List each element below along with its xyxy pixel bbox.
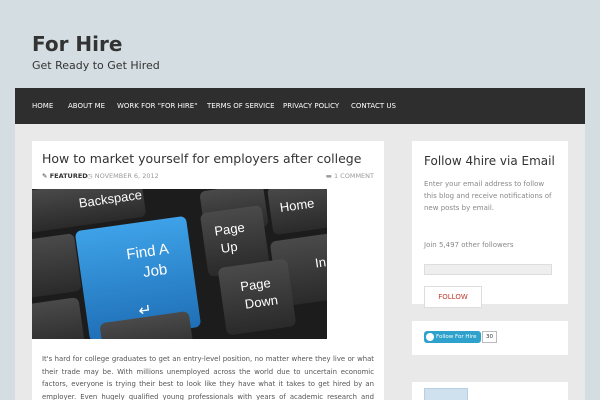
find-a-job-key-line-2: Job: [141, 260, 169, 282]
twitter-follow-button[interactable]: Follow For Hire: [424, 331, 481, 343]
sidebar-badge[interactable]: [424, 388, 468, 400]
email-input[interactable]: [424, 264, 552, 275]
nav-item-work-for-for-hire[interactable]: WORK FOR "FOR HIRE": [117, 88, 197, 124]
key-left: [32, 233, 82, 299]
post-comments-link[interactable]: ▬ 1 COMMENT: [326, 172, 374, 180]
page-up-key-line-1: Page: [213, 219, 246, 239]
home-key: Home: [266, 189, 327, 236]
nav-item-terms-of-service[interactable]: TERMS OF SERVICE: [207, 88, 275, 124]
post-title[interactable]: How to market yourself for employers aft…: [42, 151, 361, 166]
post-category-label: FEATURED: [49, 172, 88, 180]
nav-item-about-me[interactable]: ABOUT ME: [68, 88, 105, 124]
content-wrapper: How to market yourself for employers aft…: [15, 124, 585, 400]
post-date-label: NOVEMBER 6, 2012: [94, 172, 159, 180]
clock-icon: ◷: [87, 172, 93, 180]
backspace-key-label: Backspace: [77, 189, 143, 211]
site-description: Get Ready to Get Hired: [32, 59, 160, 72]
email-widget-title: Follow 4hire via Email: [424, 154, 555, 168]
page-down-key: Page Down: [217, 258, 297, 336]
nav-item-home[interactable]: HOME: [32, 88, 53, 124]
sidebar-widget: [412, 382, 568, 400]
twitter-follow-widget: Follow For Hire 30: [412, 321, 568, 355]
page-up-key-line-2: Up: [219, 238, 239, 256]
post-excerpt: It's hard for college graduates to get a…: [42, 355, 374, 400]
site-title[interactable]: For Hire: [32, 32, 122, 56]
key-bottom-left: [32, 297, 86, 339]
featured-image[interactable]: Backspace Home Find A Job ↵ Page Up In P…: [32, 189, 327, 339]
page-down-key-line-1: Page: [239, 275, 272, 295]
pencil-icon: ✎: [42, 172, 48, 180]
twitter-icon: [426, 333, 434, 341]
twitter-follow-label: Follow For Hire: [436, 334, 477, 340]
email-widget-description: Enter your email address to follow this …: [424, 180, 552, 212]
nav-item-contact-us[interactable]: CONTACT US: [351, 88, 396, 124]
post-article: How to market yourself for employers aft…: [32, 141, 384, 400]
follow-button[interactable]: FOLLOW: [424, 286, 482, 308]
email-widget-followers: Join 5,497 other followers: [424, 241, 514, 249]
page-down-key-line-2: Down: [243, 292, 279, 312]
post-date[interactable]: ◷ NOVEMBER 6, 2012: [87, 172, 159, 180]
find-a-job-key-line-1: Find A: [125, 240, 170, 264]
partial-key-label: In: [314, 254, 327, 271]
home-key-label: Home: [278, 195, 316, 216]
main-navigation: HOME ABOUT ME WORK FOR "FOR HIRE" TERMS …: [15, 88, 585, 124]
post-category[interactable]: ✎ FEATURED: [42, 172, 88, 180]
nav-item-privacy-policy[interactable]: PRIVACY POLICY: [283, 88, 339, 124]
post-comments-label: 1 COMMENT: [333, 172, 374, 180]
comment-icon: ▬: [325, 172, 332, 180]
twitter-follower-count: 30: [482, 331, 497, 343]
email-subscribe-widget: Follow 4hire via Email Enter your email …: [412, 141, 568, 308]
